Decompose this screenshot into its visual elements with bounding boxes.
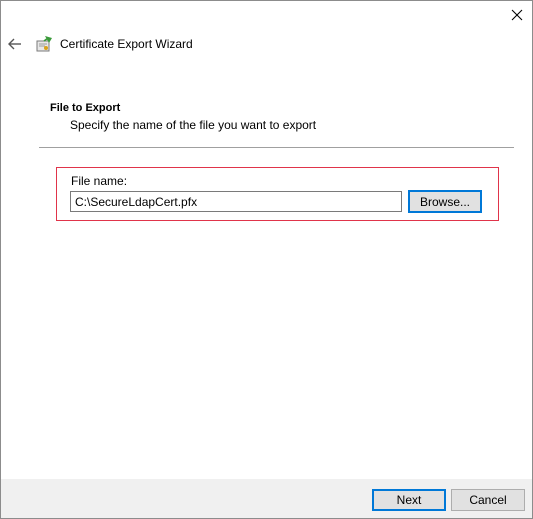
file-name-input[interactable]: [70, 191, 402, 212]
header-divider: [39, 147, 514, 148]
wizard-window: Certificate Export Wizard File to Export…: [0, 0, 533, 519]
page-heading: File to Export: [50, 102, 121, 114]
window-title: Certificate Export Wizard: [60, 37, 193, 51]
next-button[interactable]: Next: [372, 489, 446, 511]
file-name-label: File name:: [71, 174, 128, 188]
certificate-wizard-icon: [36, 36, 52, 52]
back-button[interactable]: [5, 33, 25, 55]
browse-button[interactable]: Browse...: [408, 190, 482, 213]
cancel-button[interactable]: Cancel: [451, 489, 525, 511]
close-button[interactable]: [501, 1, 532, 29]
page-subheading: Specify the name of the file you want to…: [70, 118, 317, 132]
close-icon: [511, 9, 522, 21]
back-arrow-icon: [8, 38, 21, 50]
